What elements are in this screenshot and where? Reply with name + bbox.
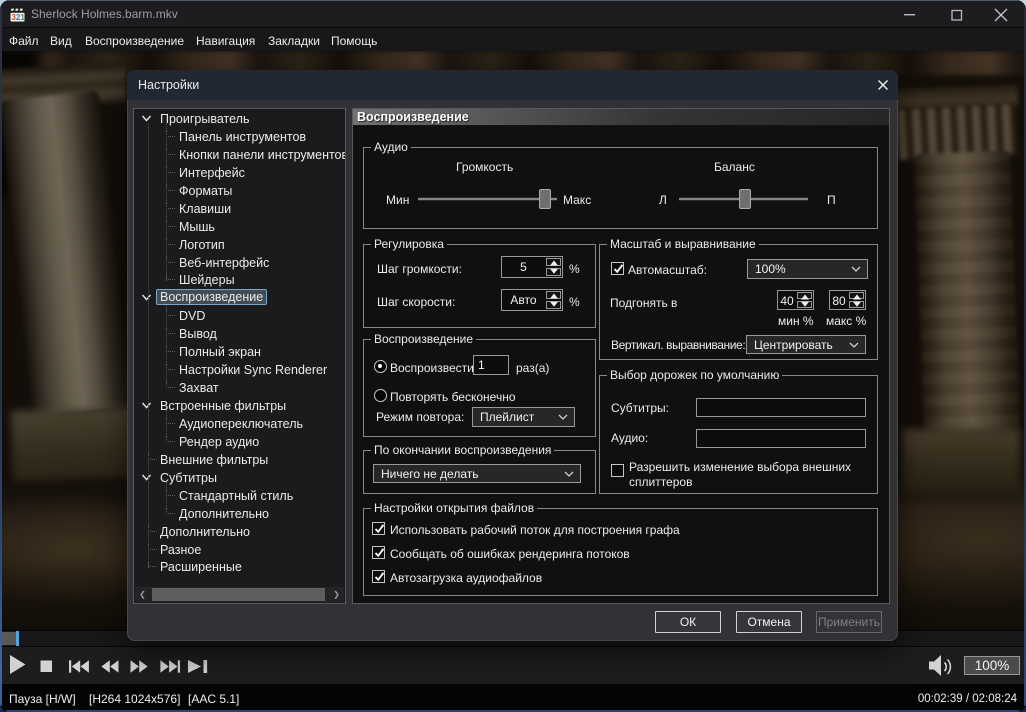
svg-text:1: 1: [20, 13, 25, 22]
